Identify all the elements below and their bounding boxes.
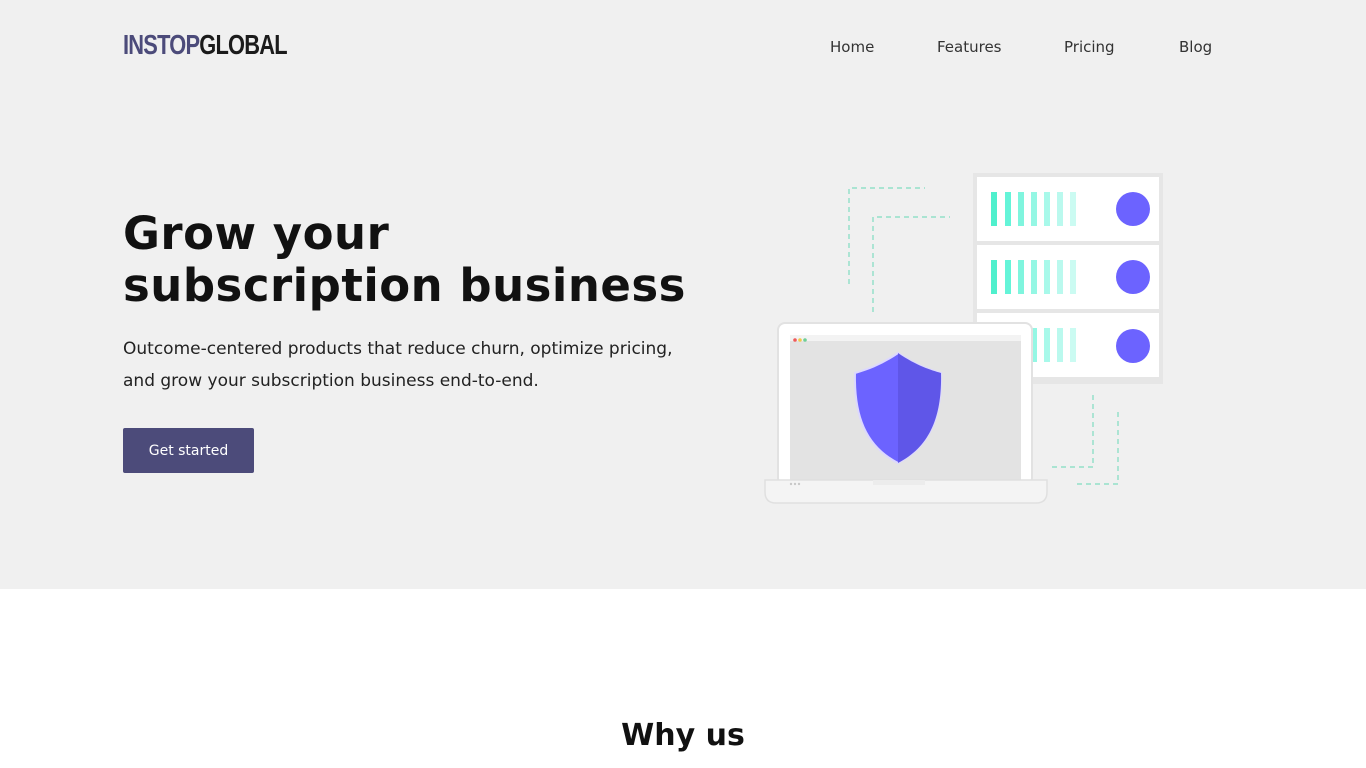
- get-started-button[interactable]: Get started: [123, 428, 254, 473]
- why-us-heading: Why us: [621, 718, 745, 753]
- server-status-dot-icon: [1116, 260, 1150, 294]
- hero-subtext: Outcome-centered products that reduce ch…: [123, 339, 673, 391]
- server-status-dot-icon: [1116, 192, 1150, 226]
- hero-section: INSTOPGLOBAL Home Features Pricing Blog …: [0, 0, 1366, 589]
- hero-headline-line2: subscription business: [123, 259, 686, 312]
- nav-link-home[interactable]: Home: [830, 36, 874, 58]
- hero-headline: Grow your subscription business: [123, 208, 723, 312]
- server-laptop-shield-illustration: [764, 173, 1163, 504]
- nav-link-features[interactable]: Features: [937, 36, 1002, 58]
- nav-link-pricing[interactable]: Pricing: [1064, 36, 1115, 58]
- server-status-dot-icon: [1116, 329, 1150, 363]
- nav-link-blog[interactable]: Blog: [1179, 36, 1212, 58]
- hero-headline-line1: Grow your: [123, 207, 390, 260]
- main-nav: Home Features Pricing Blog: [0, 36, 1366, 58]
